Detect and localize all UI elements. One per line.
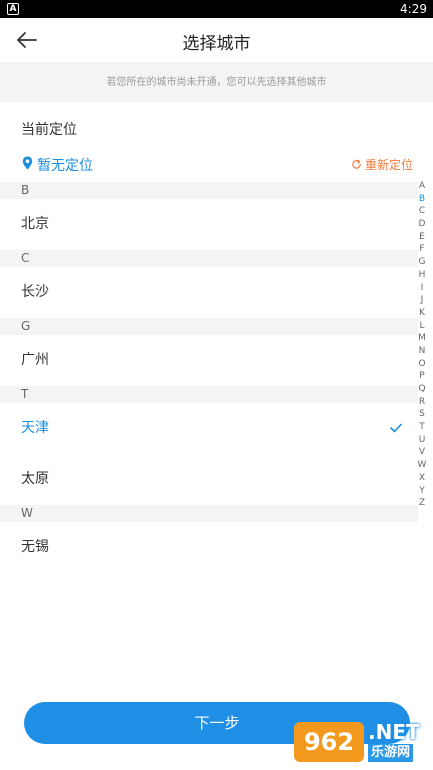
current-location-label: 当前定位 (21, 122, 77, 138)
index-letter-c[interactable]: C (415, 205, 429, 218)
index-letter-b[interactable]: B (415, 193, 429, 206)
section-header: T (0, 386, 418, 403)
index-letter-v[interactable]: V (415, 446, 429, 459)
city-name: 无锡 (21, 539, 49, 555)
city-name: 北京 (21, 216, 49, 232)
index-letter-h[interactable]: H (415, 269, 429, 282)
city-item-beijing[interactable]: 北京 (0, 199, 418, 250)
index-letter-t[interactable]: T (415, 421, 429, 434)
watermark-badge: 962 (294, 722, 364, 762)
city-name: 太原 (21, 471, 49, 487)
index-letter-m[interactable]: M (415, 332, 429, 345)
index-letter-p[interactable]: P (415, 370, 429, 383)
notice-banner: 若您所在的城市尚未开通，您可以先选择其他城市 (0, 62, 433, 102)
city-item-guangzhou[interactable]: 广州 (0, 335, 418, 386)
status-bar: A 4:29 (0, 0, 433, 18)
city-name: 天津 (21, 420, 49, 436)
current-location-row: 暂无定位 重新定位 (0, 150, 433, 178)
section-header: G (0, 318, 418, 335)
current-location-value[interactable]: 暂无定位 (37, 155, 93, 175)
index-letter-q[interactable]: Q (415, 383, 429, 396)
relocate-button[interactable]: 重新定位 (351, 156, 413, 173)
watermark-sub: 乐游网 (368, 744, 414, 762)
index-letter-u[interactable]: U (415, 434, 429, 447)
status-time: 4:29 (400, 2, 427, 16)
city-item-taiyuan[interactable]: 太原 (0, 454, 418, 505)
refresh-icon (352, 159, 361, 169)
index-letter-y[interactable]: Y (415, 485, 429, 498)
city-item-tianjin[interactable]: 天津 (0, 403, 418, 454)
city-name: 长沙 (21, 284, 49, 300)
index-letter-j[interactable]: J (415, 294, 429, 307)
watermark-net: .NET (368, 720, 420, 744)
index-letter-w[interactable]: W (415, 459, 429, 472)
index-letter-x[interactable]: X (415, 472, 429, 485)
city-name: 广州 (21, 352, 49, 368)
city-list: B 北京 C 长沙 G 广州 T 天津 太原 W 无锡 (0, 182, 418, 573)
index-letter-g[interactable]: G (415, 256, 429, 269)
page-title: 选择城市 (182, 34, 251, 54)
check-icon (390, 423, 402, 433)
section-header: C (0, 250, 418, 267)
watermark-logo: 962 .NET 乐游网 (294, 718, 427, 766)
section-header: W (0, 505, 418, 522)
index-letter-f[interactable]: F (415, 243, 429, 256)
index-letter-n[interactable]: N (415, 345, 429, 358)
city-item-changsha[interactable]: 长沙 (0, 267, 418, 318)
index-letter-l[interactable]: L (415, 320, 429, 333)
index-letter-e[interactable]: E (415, 231, 429, 244)
location-pin-icon (22, 156, 33, 170)
section-header: B (0, 182, 418, 199)
index-letter-k[interactable]: K (415, 307, 429, 320)
index-letter-a[interactable]: A (415, 180, 429, 193)
index-letter-i[interactable]: I (415, 282, 429, 295)
index-letter-o[interactable]: O (415, 358, 429, 371)
index-letter-d[interactable]: D (415, 218, 429, 231)
index-letter-s[interactable]: S (415, 408, 429, 421)
city-item-wuxi[interactable]: 无锡 (0, 522, 418, 573)
index-letter-z[interactable]: Z (415, 497, 429, 510)
relocate-label: 重新定位 (364, 158, 413, 172)
app-notification-icon: A (7, 3, 19, 15)
alphabet-index-bar[interactable]: ABCDEFGHIJKLMNOPQRSTUVWXYZ (415, 180, 429, 510)
index-letter-r[interactable]: R (415, 396, 429, 409)
header: 选择城市 (0, 18, 433, 62)
